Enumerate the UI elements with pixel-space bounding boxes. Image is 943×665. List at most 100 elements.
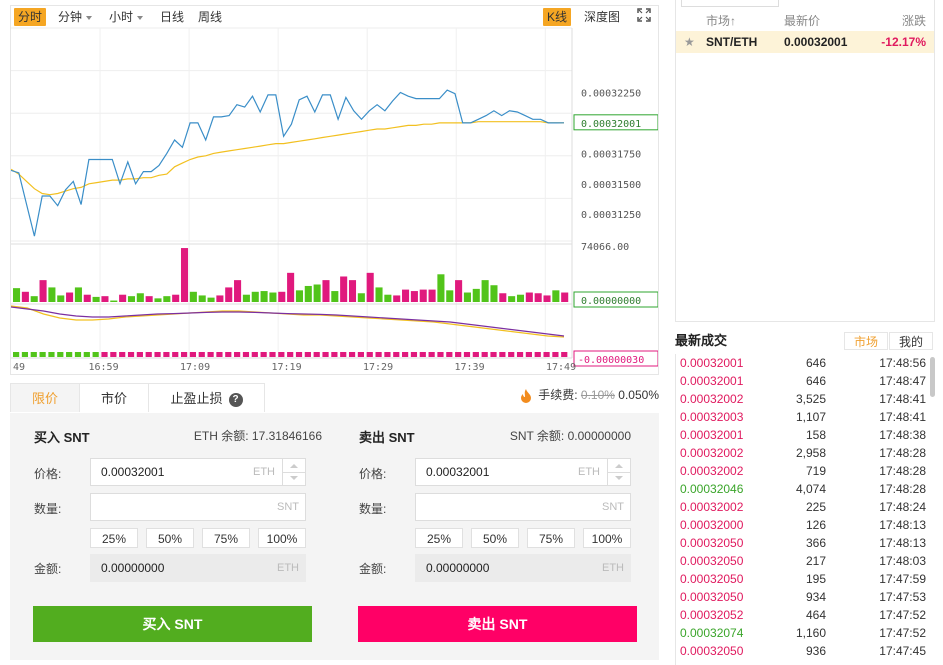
chart-panel: 0.00032250 0.00031750 0.00031500 0.00031250… — [10, 5, 659, 375]
tab-hour-label: 小时 — [109, 10, 134, 24]
volume-bar — [384, 294, 392, 302]
tab-week[interactable]: 周线 — [194, 8, 226, 26]
buy-price-unit: ETH — [253, 466, 275, 478]
buy-pct-25[interactable]: 25% — [90, 528, 138, 548]
trade-row: 0.00032050 366 17:48:13 — [676, 534, 934, 552]
buy-pct-50[interactable]: 50% — [146, 528, 194, 548]
star-icon[interactable]: ★ — [684, 31, 695, 53]
tab-hour[interactable]: 小时 — [105, 8, 147, 26]
volume-bar — [516, 294, 525, 302]
macd-hist-bar — [278, 352, 285, 357]
macd-hist-bar — [251, 352, 258, 357]
x-tick-label: 17:19 — [272, 362, 302, 373]
trade-qty: 3,525 — [795, 392, 826, 406]
trade-qty: 4,074 — [795, 482, 826, 496]
trades-title: 最新成交 — [675, 333, 728, 348]
macd-hist-bar — [375, 352, 382, 357]
volume-bar — [287, 272, 295, 302]
volume-bar — [357, 293, 365, 302]
col-market[interactable]: 市场↑ — [706, 12, 736, 29]
trade-row: 0.00032000 126 17:48:13 — [676, 516, 934, 534]
buy-pct-100[interactable]: 100% — [258, 528, 306, 548]
volume-bar — [428, 289, 436, 302]
macd-hist-bar — [287, 352, 294, 357]
macd-hist-bar — [331, 352, 338, 357]
help-icon[interactable]: ? — [228, 392, 243, 407]
sell-amount-value: 0.00000000 — [426, 561, 490, 575]
volume-bar — [39, 280, 47, 302]
tab-limit[interactable]: 限价 — [10, 383, 80, 412]
stepper-up-icon[interactable] — [615, 464, 623, 468]
market-search-input[interactable] — [681, 0, 779, 7]
buy-pct-75[interactable]: 75% — [202, 528, 250, 548]
sell-button[interactable]: 卖出 SNT — [358, 606, 637, 642]
fee-new: 0.050% — [618, 388, 659, 402]
stepper-down-icon[interactable] — [290, 476, 298, 480]
sell-pct-25[interactable]: 25% — [415, 528, 463, 548]
stepper-down-icon[interactable] — [615, 476, 623, 480]
col-price[interactable]: 最新价 — [784, 12, 820, 29]
price-stepper[interactable] — [607, 459, 630, 485]
macd-hist-bar — [534, 352, 541, 357]
trade-row: 0.00032050 934 17:47:53 — [676, 588, 934, 606]
sell-price-input[interactable]: 0.00032001 ETH — [415, 458, 631, 486]
sell-pct-50[interactable]: 50% — [471, 528, 519, 548]
macd-hist-bar — [552, 352, 559, 357]
fee-old: 0.10% — [580, 388, 615, 402]
trade-time: 17:47:52 — [879, 626, 926, 640]
current-price-label: 0.00032001 — [581, 119, 641, 130]
volume-bar — [534, 293, 542, 302]
tab-kline[interactable]: K线 — [543, 8, 572, 26]
macd-hist-bar — [472, 352, 479, 357]
sell-qty-input[interactable]: SNT — [415, 493, 631, 521]
stepper-up-icon[interactable] — [290, 464, 298, 468]
macd-hist-bar — [525, 352, 532, 357]
buy-amount-field: 0.00000000 ETH — [90, 554, 306, 582]
expand-icon[interactable] — [633, 8, 655, 26]
volume-bar — [30, 296, 38, 302]
macd-hist-bar — [481, 352, 488, 357]
tab-market-order[interactable]: 市价 — [79, 383, 149, 412]
tab-depth[interactable]: 深度图 — [580, 8, 624, 26]
tab-minute[interactable]: 分钟 — [54, 8, 96, 26]
price-stepper[interactable] — [282, 459, 305, 485]
trade-price: 0.00032050 — [680, 554, 744, 568]
trades-list: 0.00032001 646 17:48:56 0.00032001 646 17:48:… — [675, 354, 934, 665]
tab-day[interactable]: 日线 — [156, 8, 188, 26]
sell-pct-75[interactable]: 75% — [527, 528, 575, 548]
volume-bar — [119, 294, 127, 302]
tab-stop-limit[interactable]: 止盈止损? — [148, 383, 265, 412]
trade-price: 0.00032050 — [680, 644, 744, 658]
buy-button[interactable]: 买入 SNT — [33, 606, 312, 642]
sell-pct-100[interactable]: 100% — [583, 528, 631, 548]
buy-balance: ETH 余额: 17.31846166 — [193, 429, 322, 443]
macd-hist-bar — [13, 352, 20, 357]
volume-bar — [163, 296, 171, 302]
buy-price-input[interactable]: 0.00032001 ETH — [90, 458, 306, 486]
macd-hist-bar — [543, 352, 550, 357]
trades-scrollbar[interactable] — [930, 357, 935, 397]
sell-qty-label: 数量: — [359, 502, 387, 516]
trade-qty: 158 — [805, 428, 826, 442]
trade-row: 0.00032002 3,525 17:48:41 — [676, 390, 934, 408]
macd-hist-bar — [92, 352, 99, 357]
price-tick-label: 0.00031250 — [581, 210, 641, 221]
buy-qty-input[interactable]: SNT — [90, 493, 306, 521]
col-change[interactable]: 涨跌 — [902, 12, 926, 29]
macd-hist-bar — [119, 352, 126, 357]
x-tick-label: 17:29 — [363, 362, 393, 373]
macd-hist-bar — [110, 352, 117, 357]
price-chart[interactable]: 0.00032250 0.00031750 0.00031500 0.00031250… — [11, 6, 658, 374]
x-tick-label: 17:49 — [546, 362, 576, 373]
volume-bar — [127, 296, 136, 302]
tab-trades-market[interactable]: 市场 — [844, 332, 888, 350]
tab-timeshare[interactable]: 分时 — [14, 8, 47, 26]
volume-bar — [508, 296, 516, 302]
tab-trades-mine[interactable]: 我的 — [889, 332, 933, 350]
volume-bar — [57, 295, 65, 302]
market-row[interactable]: ★ SNT/ETH 0.00032001 -12.17% — [676, 31, 934, 53]
volume-bar — [455, 280, 463, 302]
macd-hist-bar — [499, 352, 506, 357]
trade-price: 0.00032001 — [680, 428, 744, 442]
trade-row: 0.00032001 646 17:48:47 — [676, 372, 934, 390]
